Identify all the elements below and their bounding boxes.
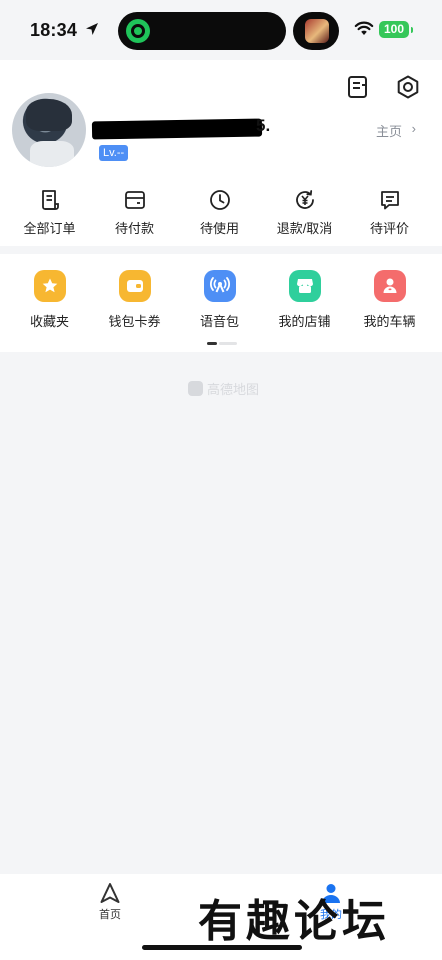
page-dot-active (207, 342, 217, 345)
dynamic-island-media[interactable] (293, 12, 339, 50)
tool-label: 钱包卡券 (108, 314, 161, 329)
dynamic-island[interactable] (118, 12, 286, 50)
star-icon (33, 270, 66, 302)
tools-row: 收藏夹 钱包卡券 语音包 我的店铺 我的车辆 (7, 270, 432, 330)
settings-hex-icon[interactable] (395, 74, 421, 100)
media-thumbnail (305, 19, 329, 43)
clock-icon (209, 190, 230, 210)
order-list-icon (41, 190, 59, 210)
tab-label: 首页 (99, 909, 121, 921)
order-to-use[interactable]: 待使用 (177, 184, 262, 240)
status-time: 18:34 (30, 20, 78, 40)
homepage-link[interactable]: 主页 (376, 121, 402, 140)
tools-panel: 收藏夹 钱包卡券 语音包 我的店铺 我的车辆 (0, 254, 442, 352)
username-suffix: 5. (256, 116, 271, 135)
order-refund[interactable]: 退款/取消 (262, 184, 347, 240)
order-label: 退款/取消 (276, 221, 333, 236)
comment-icon (380, 191, 399, 210)
tool-label: 语音包 (199, 314, 239, 329)
order-label: 待付款 (114, 221, 154, 236)
refund-yen-icon (295, 190, 314, 209)
tool-label: 我的车辆 (363, 314, 416, 329)
navigation-arrow-icon (100, 883, 120, 903)
tab-home[interactable]: 首页 (80, 882, 140, 922)
tool-my-store[interactable]: 我的店铺 (262, 270, 347, 330)
avatar[interactable] (12, 93, 86, 167)
order-pending-payment[interactable]: 待付款 (92, 184, 177, 240)
live-activity-app-icon (126, 19, 150, 43)
tool-favorites[interactable]: 收藏夹 (7, 270, 92, 330)
profile-card: 5. Lv.-- 主页 › 全部订单 待付款 待使用 退款/取消 待评价 (0, 60, 442, 246)
username-redacted (91, 118, 263, 140)
wallet-icon (118, 270, 151, 302)
tool-voice-pack[interactable]: 语音包 (177, 270, 262, 330)
order-label: 待评价 (369, 221, 409, 236)
wallet-card-icon (124, 191, 145, 209)
level-badge[interactable]: Lv.-- (99, 145, 129, 161)
battery-indicator: 100 (379, 21, 413, 38)
order-all[interactable]: 全部订单 (7, 184, 92, 240)
amap-watermark: 高德地图 (188, 379, 259, 398)
home-indicator (142, 945, 302, 950)
forum-watermark: 有趣论坛 (198, 896, 390, 947)
car-person-icon (373, 270, 406, 302)
tool-label: 收藏夹 (29, 314, 69, 329)
order-to-review[interactable]: 待评价 (347, 184, 432, 240)
page-dot-track (219, 342, 237, 345)
tool-wallet[interactable]: 钱包卡券 (92, 270, 177, 330)
tool-label: 我的店铺 (278, 314, 331, 329)
order-label: 待使用 (199, 221, 239, 236)
document-icon[interactable] (345, 74, 371, 100)
page-indicator (207, 342, 237, 345)
store-icon (288, 270, 321, 302)
order-shortcuts: 全部订单 待付款 待使用 退款/取消 待评价 (0, 184, 442, 240)
status-bar: 18:34 100 (0, 0, 442, 60)
amap-logo-icon (188, 381, 203, 396)
amap-watermark-text: 高德地图 (207, 382, 260, 397)
voice-broadcast-icon (203, 270, 236, 302)
wifi-icon (354, 21, 374, 35)
order-label: 全部订单 (23, 221, 76, 236)
tool-my-vehicles[interactable]: 我的车辆 (347, 270, 432, 330)
location-arrow-icon (86, 23, 98, 35)
chevron-right-icon[interactable]: › (412, 121, 416, 136)
